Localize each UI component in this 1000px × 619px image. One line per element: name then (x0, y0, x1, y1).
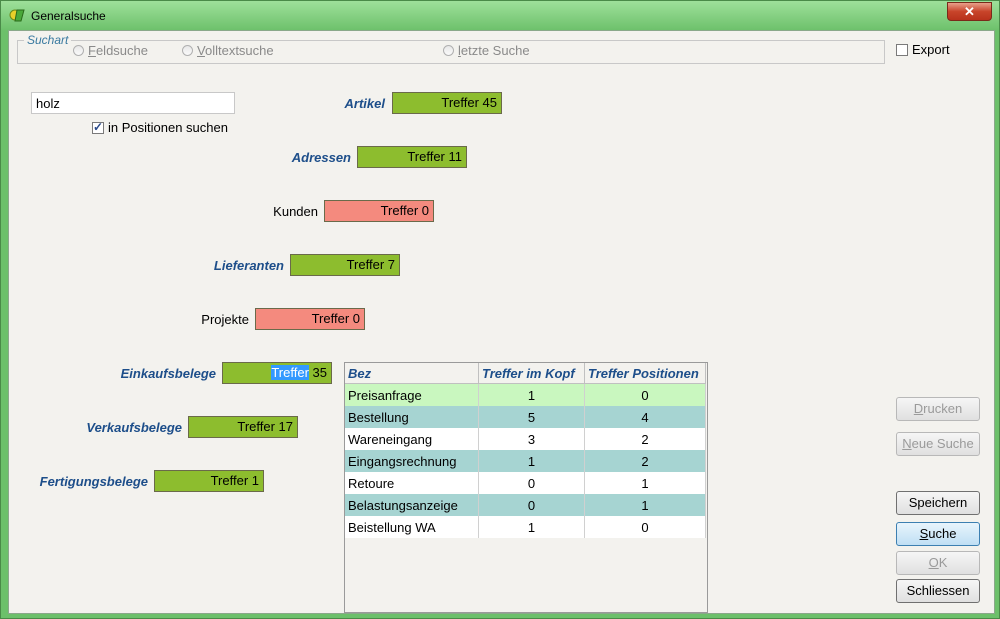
hits-verkaufsbelege[interactable]: Treffer 17 (188, 416, 298, 438)
cell-bez: Wareneingang (345, 428, 479, 450)
cell-bez: Retoure (345, 472, 479, 494)
hits-kunden[interactable]: Treffer 0 (324, 200, 434, 222)
cell-kopf: 1 (478, 450, 585, 472)
radio-dot-icon (182, 45, 193, 56)
radio-letzte-suche-label: letzte Suche (458, 43, 530, 58)
table-row[interactable]: Retoure 0 1 (345, 472, 706, 494)
window-title: Generalsuche (31, 9, 106, 23)
dialog-client: Suchart Feldsuche Volltextsuche letzte S… (8, 30, 995, 614)
hits-adressen[interactable]: Treffer 11 (357, 146, 467, 168)
cell-kopf: 0 (478, 472, 585, 494)
label-artikel: Artikel (344, 96, 385, 111)
label-einkaufsbelege: Einkaufsbelege (120, 366, 216, 381)
suche-button[interactable]: Suche (896, 522, 980, 546)
title-bar[interactable]: Generalsuche ✕ (1, 1, 999, 29)
label-kunden: Kunden (273, 204, 318, 219)
cell-kopf: 1 (478, 516, 585, 538)
col-header-treffer-positionen[interactable]: Treffer Positionen (584, 363, 706, 384)
results-grid[interactable]: Bez Treffer im Kopf Treffer Positionen P… (344, 362, 708, 613)
hits-projekte[interactable]: Treffer 0 (255, 308, 365, 330)
hits-artikel[interactable]: Treffer 45 (392, 92, 502, 114)
export-label: Export (912, 42, 950, 57)
cell-kopf: 0 (478, 494, 585, 516)
checkbox-checked-icon (92, 120, 104, 134)
radio-dot-icon (443, 45, 454, 56)
in-positions-checkbox[interactable]: in Positionen suchen (92, 120, 228, 135)
table-row[interactable]: Eingangsrechnung 1 2 (345, 450, 706, 472)
cell-positionen: 2 (584, 450, 706, 472)
speichern-button[interactable]: Speichern (896, 491, 980, 515)
cell-kopf: 1 (478, 383, 585, 406)
neue-suche-button[interactable]: Neue Suche (896, 432, 980, 456)
checkbox-box-icon (896, 43, 908, 56)
cell-bez: Eingangsrechnung (345, 450, 479, 472)
close-button[interactable]: ✕ (947, 2, 992, 21)
cell-positionen: 1 (584, 494, 706, 516)
table-row[interactable]: Wareneingang 3 2 (345, 428, 706, 450)
hits-selection: Treffer (271, 365, 309, 380)
radio-feldsuche[interactable]: Feldsuche (73, 43, 148, 58)
cell-positionen: 4 (584, 406, 706, 428)
cell-bez: Belastungsanzeige (345, 494, 479, 516)
cell-bez: Preisanfrage (345, 383, 479, 406)
label-lieferanten: Lieferanten (213, 258, 284, 273)
cell-positionen: 0 (584, 383, 706, 406)
cell-bez: Beistellung WA (345, 516, 479, 538)
export-checkbox[interactable]: Export (896, 42, 950, 57)
table-row[interactable]: Beistellung WA 1 0 (345, 516, 706, 538)
label-verkaufsbelege: Verkaufsbelege (86, 420, 182, 435)
radio-volltextsuche[interactable]: Volltextsuche (182, 43, 274, 58)
table-row[interactable]: Belastungsanzeige 0 1 (345, 494, 706, 516)
cell-positionen: 1 (584, 472, 706, 494)
cell-positionen: 0 (584, 516, 706, 538)
table-row[interactable]: Preisanfrage 1 0 (345, 383, 706, 406)
app-icon (9, 9, 25, 22)
label-projekte: Projekte (201, 312, 249, 327)
search-input[interactable]: holz (31, 92, 235, 114)
hits-count: 35 (308, 365, 327, 380)
cell-kopf: 3 (478, 428, 585, 450)
hits-fertigungsbelege[interactable]: Treffer 1 (154, 470, 264, 492)
suchart-legend: Suchart (24, 33, 72, 47)
window: Generalsuche ✕ Suchart Feldsuche Volltex… (0, 0, 1000, 619)
col-header-treffer-kopf[interactable]: Treffer im Kopf (478, 363, 585, 384)
col-header-bez[interactable]: Bez (345, 363, 479, 384)
hits-einkaufsbelege[interactable]: Treffer 35 (222, 362, 332, 384)
ok-button[interactable]: OK (896, 551, 980, 575)
cell-positionen: 2 (584, 428, 706, 450)
label-adressen: Adressen (291, 150, 351, 165)
table-row[interactable]: Bestellung 5 4 (345, 406, 706, 428)
label-fertigungsbelege: Fertigungsbelege (39, 474, 148, 489)
drucken-button[interactable]: Drucken (896, 397, 980, 421)
cell-kopf: 5 (478, 406, 585, 428)
in-positions-label: in Positionen suchen (108, 120, 228, 135)
cell-bez: Bestellung (345, 406, 479, 428)
schliessen-button[interactable]: Schliessen (896, 579, 980, 603)
radio-dot-icon (73, 45, 84, 56)
close-icon: ✕ (964, 4, 975, 19)
radio-feldsuche-label: Feldsuche (88, 43, 148, 58)
radio-volltextsuche-label: Volltextsuche (197, 43, 274, 58)
radio-letzte-suche[interactable]: letzte Suche (443, 43, 530, 58)
hits-lieferanten[interactable]: Treffer 7 (290, 254, 400, 276)
